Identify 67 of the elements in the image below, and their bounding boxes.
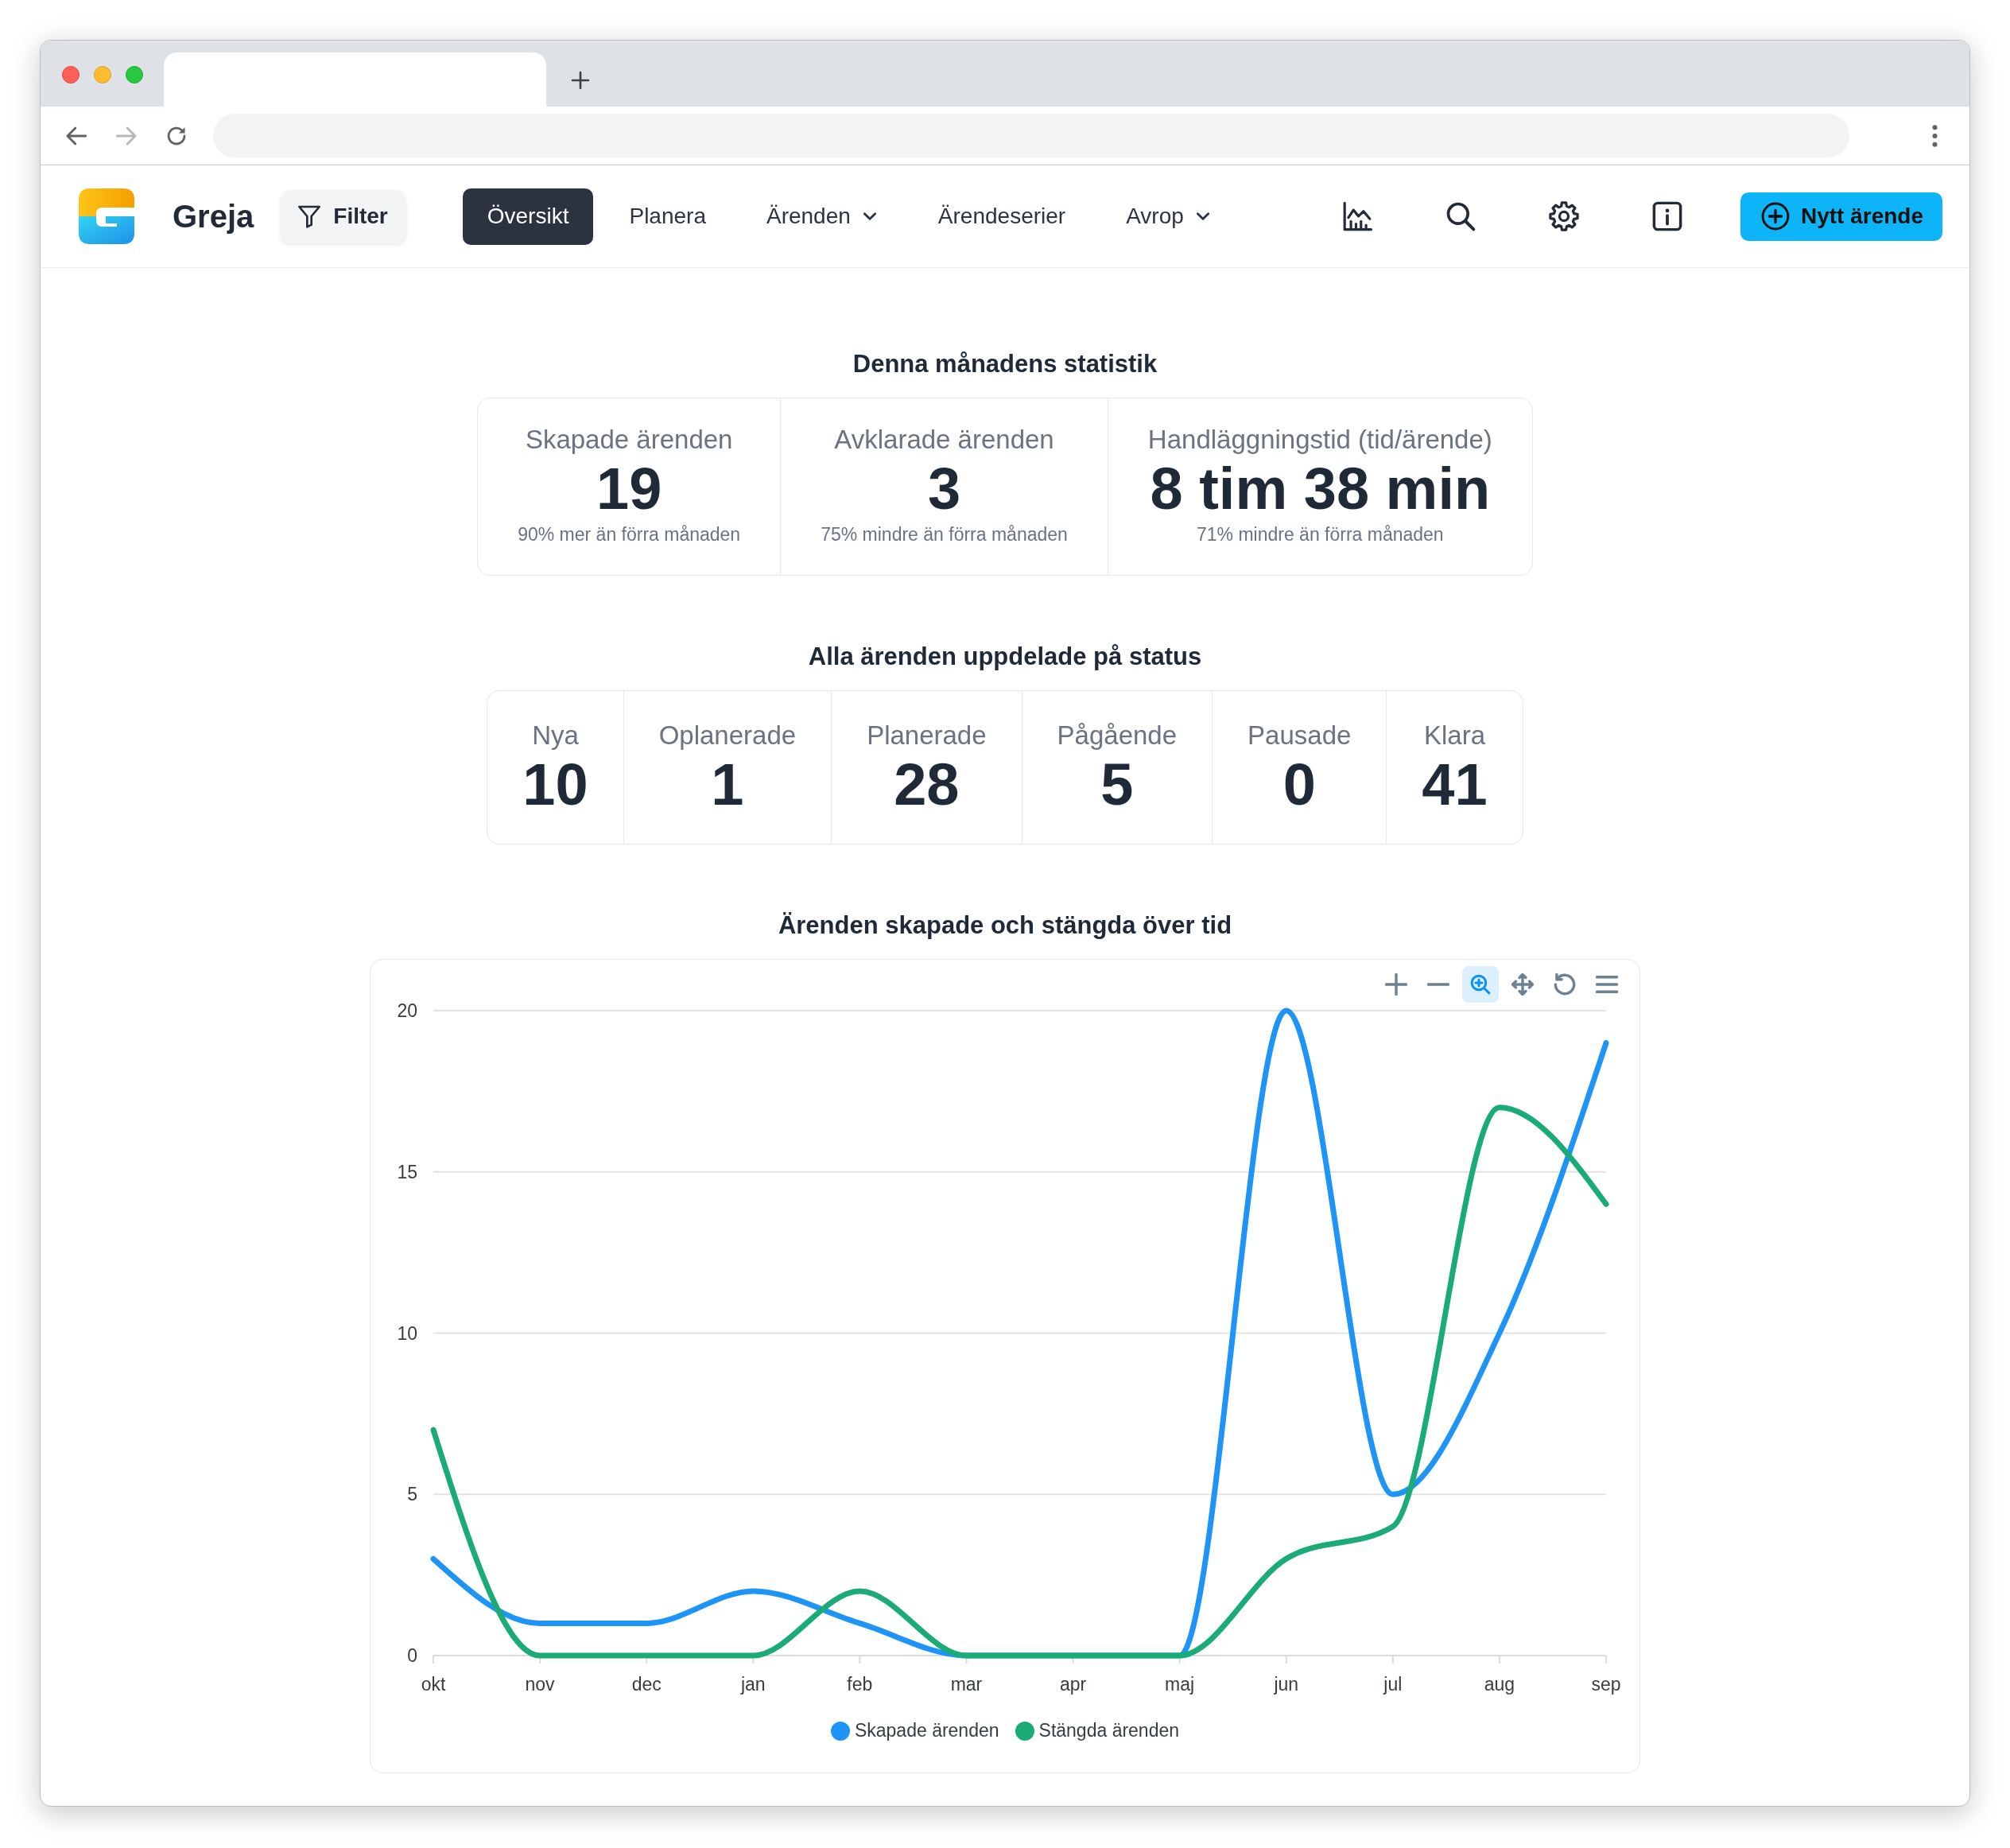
axis-label: feb [847,1674,873,1695]
axis-label: nov [525,1674,555,1695]
nav-tab[interactable]: Översikt [462,188,594,245]
plus-icon[interactable] [571,71,590,90]
filter-icon [297,204,323,229]
axis-label: 5 [407,1484,417,1505]
axis-label: 20 [397,1003,417,1021]
stat-change: 75% mindre än förra månaden [821,523,1068,546]
axis-label: jul [1383,1674,1403,1695]
axis-label: jun [1274,1674,1299,1695]
area-chart-icon[interactable] [1341,201,1372,231]
status-count: 0 [1282,751,1317,818]
stat-label: Handläggningstid (tid/ärende) [1147,424,1492,456]
status-count: 41 [1422,751,1488,818]
reset-icon[interactable] [1554,973,1576,996]
stat-label: Skapade ärenden [524,424,734,456]
axis-label: apr [1059,1674,1087,1695]
nav-tab[interactable]: Planera [604,188,731,245]
status-label: Oplanerade [658,720,797,751]
section-heading: Denna månadens statistik [852,349,1158,379]
legend-label[interactable]: Stängda ärenden [1038,1720,1180,1741]
legend-label[interactable]: Skapade ärenden [854,1720,999,1741]
stat-label: Avklarade ärenden [833,424,1055,456]
axis-label: okt [421,1674,446,1695]
nav-tab[interactable]: Ärenden [741,188,902,245]
settings-icon[interactable] [1548,201,1579,231]
close-window-icon[interactable] [62,66,80,83]
stat-value: 3 [926,456,962,522]
status-count: 5 [1100,751,1135,818]
brand-name: Greja [173,198,254,235]
new-case-button[interactable]: Nytt ärende [1740,192,1942,241]
axis-label: maj [1165,1674,1195,1695]
pan-icon[interactable] [1511,973,1534,996]
plus-icon[interactable] [1385,973,1407,996]
info-icon[interactable] [1651,201,1682,231]
zoom-in-icon[interactable] [1462,966,1499,1003]
stat-value: 8 tim 38 min [1149,456,1492,522]
status-label: Nya [531,720,580,751]
axis-label: 0 [407,1645,417,1666]
logo-icon[interactable] [77,187,136,246]
axis-label: sep [1591,1674,1621,1695]
axis-label: aug [1484,1674,1515,1695]
maximize-window-icon[interactable] [126,66,143,83]
status-count: 28 [893,751,960,818]
search-icon[interactable] [1445,201,1476,231]
status-label: Pausade [1248,720,1352,751]
axis-label: dec [631,1674,662,1695]
stat-value: 19 [596,456,663,522]
axis-label: jan [740,1674,766,1695]
status-label: Planerade [867,720,987,751]
stat-change: 71% mindre än förra månaden [1196,523,1445,546]
stat-change: 90% mer än förra månaden [518,523,741,546]
section-heading: Alla ärenden uppdelade på status [808,642,1202,672]
axis-label: 10 [397,1322,417,1344]
status-label: Pågående [1057,720,1178,751]
more-options-icon[interactable] [1932,124,1938,147]
status-count: 10 [522,751,588,818]
status-label: Klara [1422,720,1486,751]
section-heading: Ärenden skapade och stängda över tid [778,910,1232,941]
axis-label: 15 [397,1161,417,1182]
plus-circle-icon [1760,202,1790,231]
menu-icon[interactable] [1596,973,1618,996]
axis-label: mar [950,1674,983,1695]
filter-button[interactable]: Filter [281,189,405,243]
nav-tab[interactable]: Avrop [1101,188,1236,245]
status-count: 1 [710,751,745,818]
nav-tab[interactable]: Ärendeserier [913,188,1091,245]
